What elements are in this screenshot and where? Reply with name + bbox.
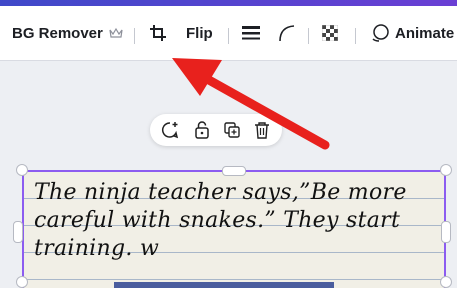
red-arrow-annotation [172, 58, 330, 150]
